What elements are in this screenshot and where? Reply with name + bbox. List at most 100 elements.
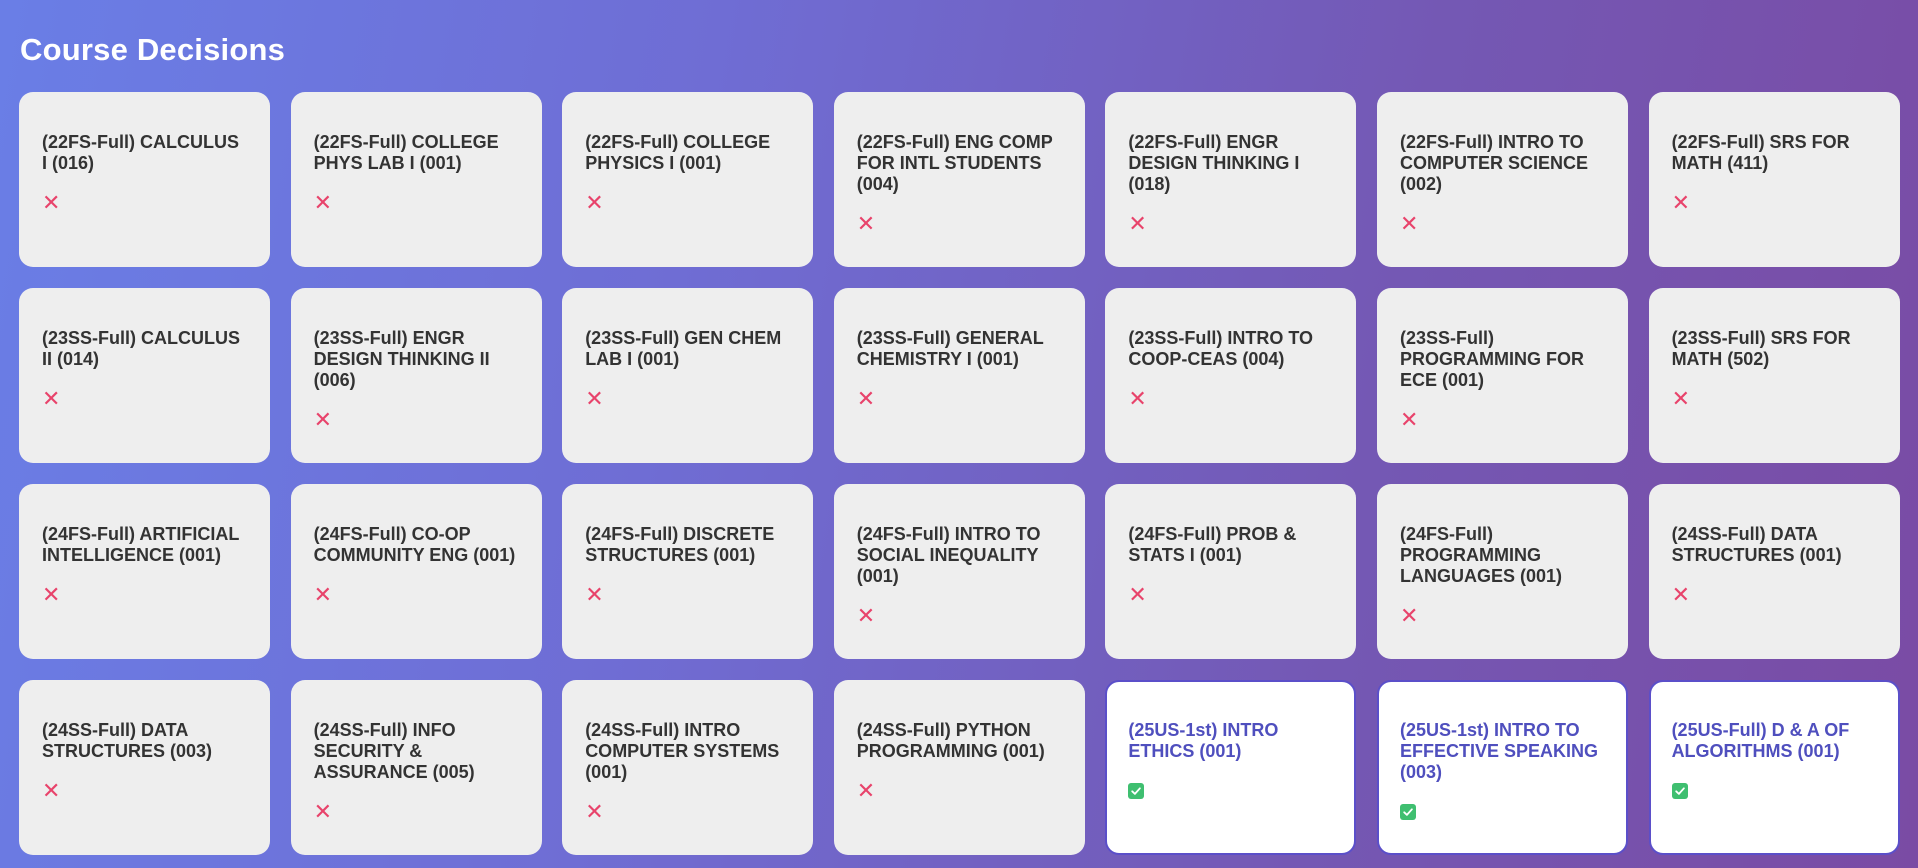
course-title: (24SS-Full) INFO SECURITY & ASSURANCE (0… <box>313 720 475 782</box>
close-icon: ✕ <box>42 190 61 215</box>
decision-status: ✕ <box>857 780 1063 802</box>
decision-status: ✕ <box>856 603 1063 628</box>
close-icon: ✕ <box>856 386 876 411</box>
course-card[interactable]: (24SS-Full) INFO SECURITY & ASSURANCE (0… <box>290 680 542 855</box>
course-title: (23SS-Full) SRS FOR MATH (502) <box>1671 328 1851 369</box>
close-icon: ✕ <box>585 386 604 411</box>
close-icon: ✕ <box>1399 407 1419 432</box>
course-card[interactable]: (25US-1st) INTRO ETHICS (001) <box>1105 680 1357 855</box>
decision-status: ✕ <box>1671 386 1878 411</box>
decision-status: ✕ <box>1399 211 1606 236</box>
course-card[interactable]: (23SS-Full) SRS FOR MATH (502) ✕ <box>1648 288 1900 463</box>
course-title: (23SS-Full) CALCULUS II (014) <box>42 328 240 369</box>
decision-status: ✕ <box>42 190 248 215</box>
close-icon: ✕ <box>1399 211 1419 236</box>
course-title: (22FS-Full) ENGR DESIGN THINKING I (018) <box>1128 132 1300 194</box>
course-card[interactable]: (24SS-Full) DATA STRUCTURES (001) ✕ <box>1648 484 1900 659</box>
close-icon: ✕ <box>1128 582 1147 607</box>
course-card[interactable]: (22FS-Full) INTRO TO COMPUTER SCIENCE (0… <box>1376 92 1628 267</box>
decision-status: ✕ <box>313 407 520 432</box>
course-title: (23SS-Full) GEN CHEM LAB I (001) <box>585 328 782 369</box>
course-card[interactable]: (22FS-Full) CALCULUS I (016) ✕ <box>19 92 270 267</box>
close-icon: ✕ <box>1128 386 1147 411</box>
course-card[interactable]: (24FS-Full) CO-OP COMMUNITY ENG (001) ✕ <box>290 484 542 659</box>
course-title: (22FS-Full) COLLEGE PHYSICS I (001) <box>585 132 771 173</box>
course-grid: (22FS-Full) CALCULUS I (016) ✕ (22FS-Full)… <box>19 92 1900 855</box>
page-title: Course Decisions <box>20 32 286 67</box>
course-card[interactable]: (24FS-Full) INTRO TO SOCIAL INEQUALITY (… <box>833 484 1085 659</box>
course-card[interactable]: (24SS-Full) INTRO COMPUTER SYSTEMS (001)… <box>562 680 814 855</box>
check-icon <box>1128 783 1145 799</box>
course-title: (24FS-Full) INTRO TO SOCIAL INEQUALITY (… <box>856 524 1041 586</box>
course-title: (22FS-Full) ENG COMP FOR INTL STUDENTS (… <box>856 132 1053 194</box>
close-icon: ✕ <box>42 386 61 411</box>
course-card[interactable]: (23SS-Full) CALCULUS II (014) ✕ <box>19 288 270 463</box>
course-title: (24FS-Full) PROGRAMMING LANGUAGES (001) <box>1399 524 1562 586</box>
course-card[interactable]: (23SS-Full) ENGR DESIGN THINKING II (006… <box>290 288 542 463</box>
decision-status: ✕ <box>314 192 520 214</box>
course-title: (24SS-Full) INTRO COMPUTER SYSTEMS (001) <box>585 720 780 782</box>
close-icon: ✕ <box>1399 603 1419 628</box>
course-card[interactable]: (22FS-Full) ENG COMP FOR INTL STUDENTS (… <box>833 92 1085 267</box>
decision-status: ✕ <box>1128 211 1334 236</box>
course-title: (24FS-Full) DISCRETE STRUCTURES (001) <box>585 524 775 565</box>
decision-status: ✕ <box>585 582 791 607</box>
course-title: (23SS-Full) INTRO TO COOP-CEAS (004) <box>1128 328 1314 369</box>
close-icon: ✕ <box>1671 190 1690 215</box>
course-card[interactable]: (23SS-Full) GEN CHEM LAB I (001) ✕ <box>562 288 814 463</box>
decision-status: ✕ <box>1399 407 1606 432</box>
close-icon: ✕ <box>1671 582 1690 607</box>
close-icon: ✕ <box>313 407 333 432</box>
close-icon: ✕ <box>585 799 604 824</box>
decision-status <box>1128 781 1334 801</box>
course-title: (24FS-Full) ARTIFICIAL INTELLIGENCE (001… <box>42 524 239 565</box>
decision-status: ✕ <box>313 582 520 607</box>
course-card[interactable]: (23SS-Full) PROGRAMMING FOR ECE (001) ✕ <box>1376 288 1628 463</box>
course-card[interactable]: (25US-Full) D & A OF ALGORITHMS (001) <box>1648 680 1900 855</box>
decision-status: ✕ <box>856 386 1063 411</box>
course-title: (25US-1st) INTRO TO EFFECTIVE SPEAKING (… <box>1399 720 1598 782</box>
course-title: (24SS-Full) DATA STRUCTURES (001) <box>1671 524 1842 565</box>
decision-status: ✕ <box>857 213 1063 235</box>
course-card[interactable]: (24FS-Full) DISCRETE STRUCTURES (001) ✕ <box>562 484 814 659</box>
course-card[interactable]: (22FS-Full) SRS FOR MATH (411) ✕ <box>1648 92 1900 267</box>
decision-status: ✕ <box>585 190 791 215</box>
course-title: (22FS-Full) SRS FOR MATH (411) <box>1671 132 1850 173</box>
course-title: (24FS-Full) CO-OP COMMUNITY ENG (001) <box>313 524 516 565</box>
decision-status: ✕ <box>1128 386 1334 411</box>
course-card[interactable]: (24FS-Full) PROGRAMMING LANGUAGES (001) ✕ <box>1376 484 1628 659</box>
close-icon: ✕ <box>856 603 876 628</box>
close-icon: ✕ <box>1671 386 1690 411</box>
check-icon <box>1399 804 1416 820</box>
close-icon: ✕ <box>42 582 61 607</box>
decision-status: ✕ <box>1128 582 1334 607</box>
decision-status: ✕ <box>42 778 248 803</box>
course-title: (24SS-Full) PYTHON PROGRAMMING (001) <box>856 720 1045 761</box>
course-title: (25US-Full) D & A OF ALGORITHMS (001) <box>1671 720 1850 761</box>
decision-status: ✕ <box>313 799 520 824</box>
close-icon: ✕ <box>313 799 333 824</box>
course-card[interactable]: (22FS-Full) ENGR DESIGN THINKING I (018)… <box>1105 92 1357 267</box>
decision-status: ✕ <box>585 799 791 824</box>
course-card[interactable]: (24FS-Full) PROB & STATS I (001) ✕ <box>1105 484 1357 659</box>
course-card[interactable]: (22FS-Full) COLLEGE PHYSICS I (001) ✕ <box>562 92 814 267</box>
course-card[interactable]: (22FS-Full) COLLEGE PHYS LAB I (001) ✕ <box>290 92 542 267</box>
course-card[interactable]: (23SS-Full) GENERAL CHEMISTRY I (001) ✕ <box>833 288 1085 463</box>
course-card[interactable]: (24FS-Full) ARTIFICIAL INTELLIGENCE (001… <box>19 484 270 659</box>
course-card[interactable]: (24SS-Full) PYTHON PROGRAMMING (001) ✕ <box>833 680 1085 855</box>
course-title: (25US-1st) INTRO ETHICS (001) <box>1128 720 1279 761</box>
close-icon: ✕ <box>313 582 333 607</box>
course-title: (23SS-Full) ENGR DESIGN THINKING II (006… <box>313 328 490 390</box>
decision-status: ✕ <box>1399 603 1606 628</box>
close-icon: ✕ <box>585 190 604 215</box>
close-icon: ✕ <box>42 778 61 803</box>
close-icon: ✕ <box>585 582 604 607</box>
course-card[interactable]: (23SS-Full) INTRO TO COOP-CEAS (004) ✕ <box>1105 288 1357 463</box>
decision-status: ✕ <box>42 582 248 607</box>
course-card[interactable]: (24SS-Full) DATA STRUCTURES (003) ✕ <box>19 680 270 855</box>
close-icon: ✕ <box>1128 211 1147 236</box>
course-title: (24FS-Full) PROB & STATS I (001) <box>1128 524 1297 565</box>
course-title: (23SS-Full) PROGRAMMING FOR ECE (001) <box>1399 328 1584 390</box>
course-card[interactable]: (25US-1st) INTRO TO EFFECTIVE SPEAKING (… <box>1376 680 1628 855</box>
decision-status <box>1671 781 1878 801</box>
